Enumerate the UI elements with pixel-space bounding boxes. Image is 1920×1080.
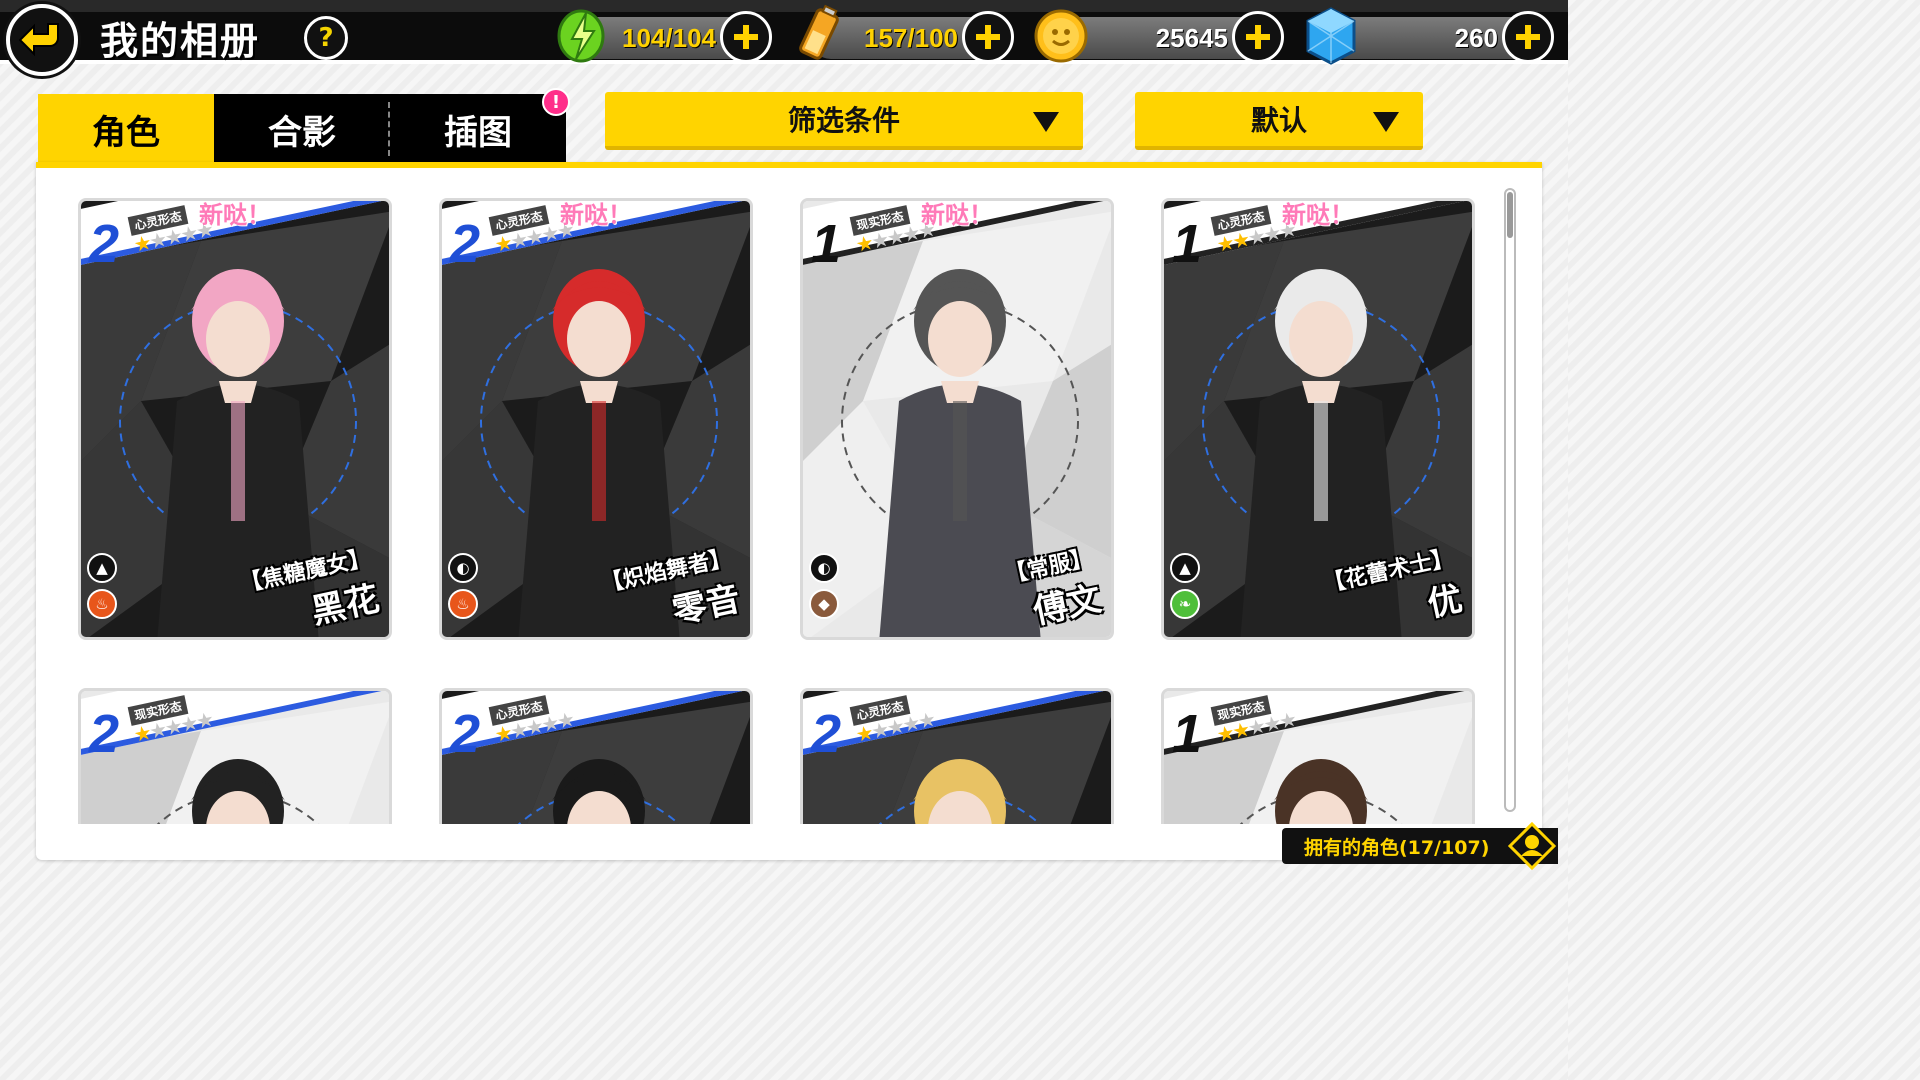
- help-button[interactable]: ?: [304, 16, 348, 60]
- tab-illustrations-label: 插图: [444, 112, 512, 153]
- crystal-counter: 260: [1306, 7, 1554, 65]
- card-rank: 2: [450, 214, 481, 274]
- plus-icon: [976, 25, 1000, 49]
- back-arrow-icon: [18, 23, 59, 57]
- dropdown-arrow-icon: [1373, 112, 1399, 132]
- tab-illustrations[interactable]: 插图: [390, 94, 566, 164]
- triangle-icon: ▲: [1170, 553, 1200, 583]
- character-card[interactable]: 1 心灵形态 ★★★★★ 新哒！ 【花蕾术士】优 ▲ ❧: [1161, 198, 1475, 640]
- leaf-icon: ❧: [1170, 589, 1200, 619]
- scrollbar-thumb[interactable]: [1507, 192, 1513, 238]
- card-new-label: 新哒！: [560, 201, 632, 229]
- notification-badge: !: [542, 88, 570, 116]
- battery-counter: 157/100: [799, 4, 1014, 63]
- card-rank: 2: [89, 214, 120, 274]
- card-rank: 1: [1172, 704, 1203, 764]
- plus-icon: [734, 25, 758, 49]
- crystal-value: 260: [1454, 22, 1498, 53]
- sort-dropdown[interactable]: 默认: [1135, 92, 1423, 150]
- card-rank: 2: [811, 704, 842, 764]
- filter-dropdown-label: 筛选条件: [787, 104, 900, 137]
- album-tabs: 角色 合影 插图: [38, 94, 566, 164]
- add-battery-button[interactable]: [962, 11, 1014, 63]
- tab-group-photos-label: 合影: [268, 112, 336, 153]
- gold-coin-icon: [1034, 9, 1088, 63]
- add-gold-button[interactable]: [1232, 11, 1284, 63]
- fire-icon: ♨: [448, 589, 478, 619]
- card-new-label: 新哒！: [199, 201, 271, 229]
- blue-crystal-icon: [1306, 7, 1356, 65]
- battery-value: 157/100: [864, 22, 958, 53]
- earth-icon: ◆: [809, 589, 839, 619]
- shield-icon: ◐: [809, 553, 839, 583]
- gold-value: 25645: [1155, 22, 1228, 53]
- add-stamina-button[interactable]: [720, 11, 772, 63]
- owned-characters-label: 拥有的角色(17/107): [1304, 836, 1490, 859]
- card-new-label: 新哒！: [1282, 201, 1354, 229]
- tab-characters[interactable]: 角色: [38, 94, 214, 164]
- green-lightning-icon: [557, 9, 605, 63]
- card-new-label: 新哒！: [921, 201, 993, 229]
- character-card[interactable]: 2 心灵形态 ★★★★★: [439, 688, 753, 824]
- shield-icon: ◐: [448, 553, 478, 583]
- character-card[interactable]: 1 现实形态 ★★★★★: [1161, 688, 1475, 824]
- character-bust-icon: [1508, 822, 1556, 870]
- grid-scrollbar[interactable]: [1504, 188, 1516, 812]
- page-title: 我的相册: [100, 19, 261, 63]
- tab-group-photos[interactable]: 合影: [214, 94, 390, 164]
- plus-icon: [1516, 25, 1540, 49]
- sort-dropdown-label: 默认: [1250, 104, 1307, 137]
- gold-counter: 25645: [1034, 9, 1284, 63]
- stamina-value: 104/104: [622, 22, 716, 53]
- character-card[interactable]: 2 心灵形态 ★★★★★: [800, 688, 1114, 824]
- card-rank: 2: [450, 704, 481, 764]
- plus-icon: [1246, 25, 1270, 49]
- triangle-icon: ▲: [87, 553, 117, 583]
- character-card[interactable]: 1 现实形态 ★★★★★ 新哒！ 【常服】 傅文 ◐ ◆: [800, 198, 1114, 640]
- battery-icon: [799, 4, 839, 60]
- character-card[interactable]: 2 现实形态 ★★★★★: [78, 688, 392, 824]
- back-button[interactable]: [6, 4, 78, 76]
- add-crystal-button[interactable]: [1502, 11, 1554, 63]
- tab-characters-label: 角色: [92, 112, 160, 153]
- card-rank: 1: [811, 214, 842, 274]
- character-card[interactable]: 2 心灵形态 ★★★★★ 新哒！ 【炽焰舞者】 零音 ◐ ♨: [439, 198, 753, 640]
- card-rank: 1: [1172, 214, 1203, 274]
- fire-icon: ♨: [87, 589, 117, 619]
- stamina-counter: 104/104: [557, 9, 772, 63]
- dropdown-arrow-icon: [1033, 112, 1059, 132]
- card-rank: 2: [89, 704, 120, 764]
- filter-dropdown[interactable]: 筛选条件: [605, 92, 1083, 150]
- character-card[interactable]: 2 心灵形态 ★★★★★ 新哒！ 【焦糖魔女】 黑花 ▲ ♨: [78, 198, 392, 640]
